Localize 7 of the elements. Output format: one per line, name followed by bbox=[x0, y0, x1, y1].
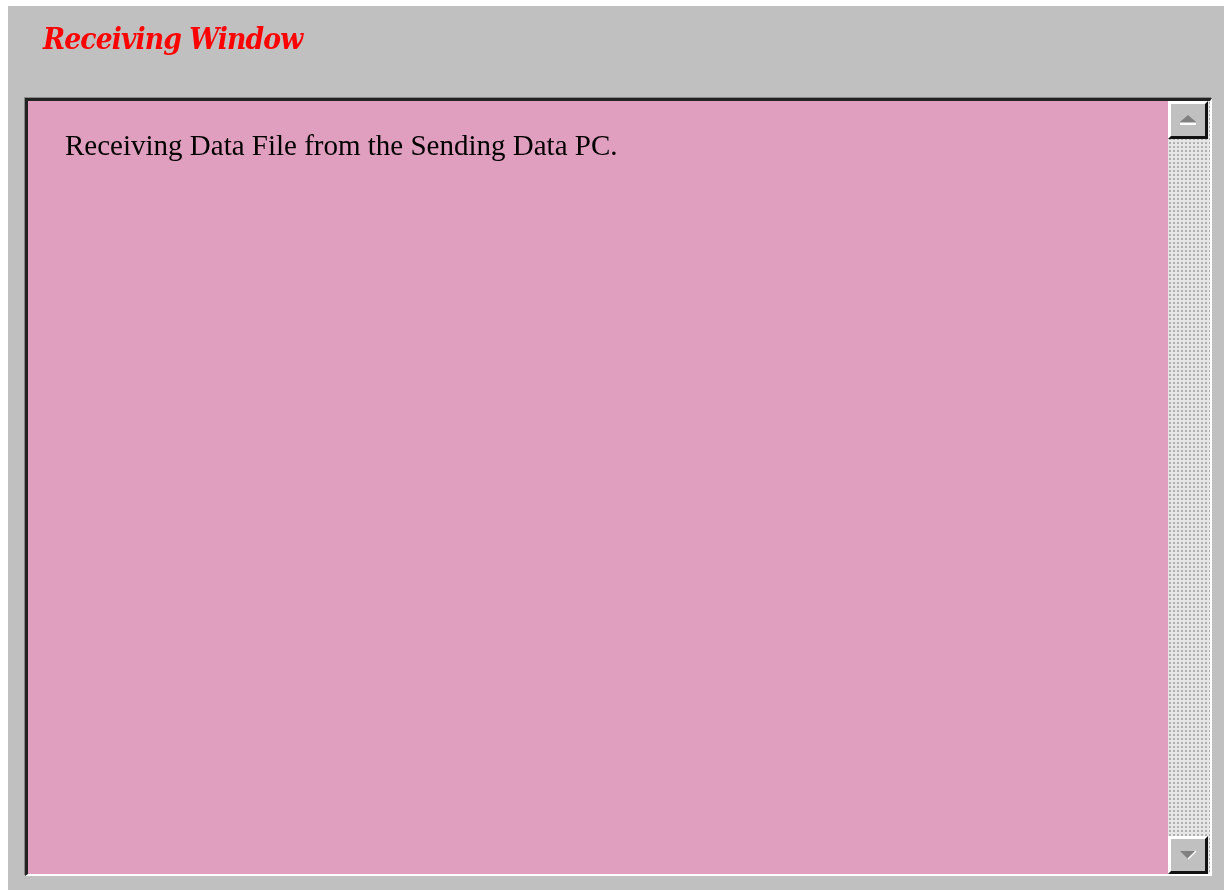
text-area[interactable]: Receiving Data File from the Sending Data PC. bbox=[25, 98, 1212, 876]
scroll-down-button[interactable] bbox=[1168, 836, 1208, 874]
scroll-up-button[interactable] bbox=[1168, 101, 1208, 139]
received-message: Receiving Data File from the Sending Data PC. bbox=[64, 128, 619, 163]
up-arrow-icon bbox=[1177, 114, 1199, 126]
window-title: Receiving Window bbox=[43, 22, 303, 58]
scrollbar[interactable] bbox=[1168, 101, 1210, 874]
